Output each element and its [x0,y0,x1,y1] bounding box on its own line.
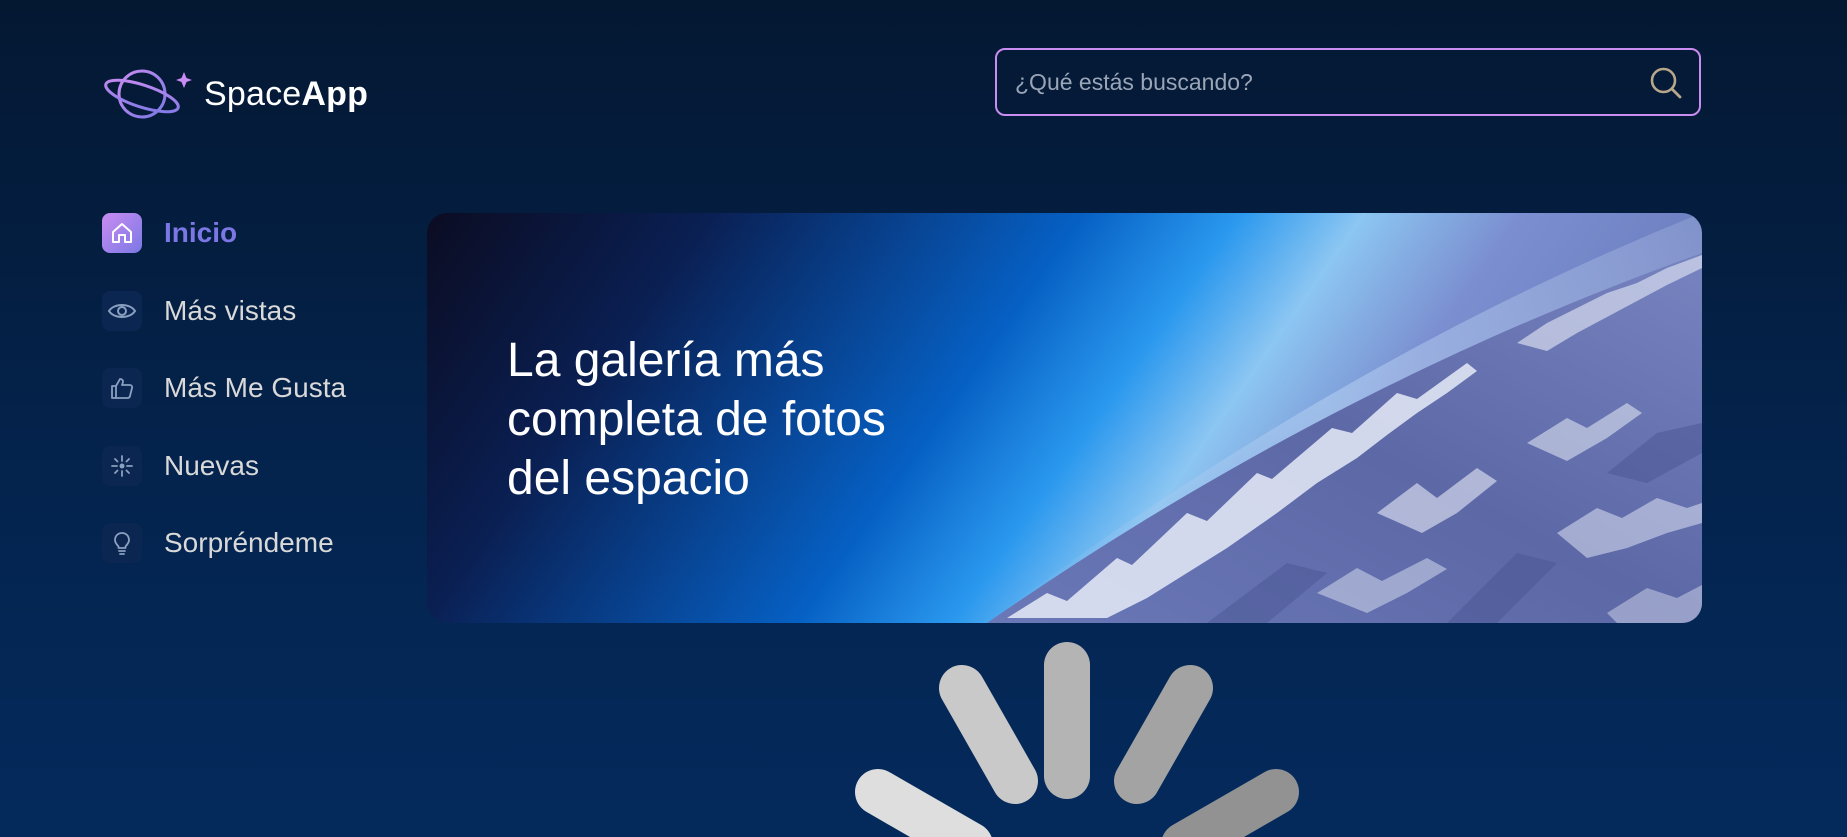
search-input[interactable] [1015,50,1615,114]
logo[interactable]: SpaceApp [104,64,368,124]
search-bar [995,48,1701,116]
lightbulb-icon-box [102,523,142,563]
sidebar-item-inicio[interactable]: Inicio [102,212,402,254]
sparkle-icon [111,454,133,477]
sidebar-item-sorprendeme[interactable]: Sorpréndeme [102,522,402,564]
sidebar-item-mas-me-gusta[interactable]: Más Me Gusta [102,367,402,409]
eye-icon [107,303,137,318]
thumbs-up-icon-box [102,368,142,408]
sparkle-icon-box [102,445,142,486]
brand-name-regular: Space [204,74,302,113]
hero-banner: La galería más completa de fotos del esp… [427,213,1702,623]
search-icon[interactable] [1649,66,1683,100]
home-icon-box [102,213,142,253]
brand-name-bold: App [301,74,369,113]
sidebar: Inicio Más vistas Más Me Gusta Nuevas So… [102,212,402,600]
sidebar-item-label: Sorpréndeme [164,527,334,558]
sidebar-item-label: Nuevas [164,449,259,481]
planet-icon [104,69,192,119]
eye-icon-box [102,290,142,331]
lightbulb-icon [114,532,130,555]
loading-spinner-icon [855,642,1299,837]
thumbs-up-icon [111,378,134,399]
home-icon [112,223,132,243]
sidebar-item-label: Más Me Gusta [164,372,347,403]
sidebar-item-label: Más vistas [164,294,297,326]
banner-title: La galería más completa de fotos del esp… [507,334,886,505]
sidebar-item-mas-vistas[interactable]: Más vistas [102,290,402,332]
sidebar-item-label: Inicio [164,217,238,248]
brand-name: SpaceApp [204,75,368,114]
sidebar-item-nuevas[interactable]: Nuevas [102,445,402,487]
